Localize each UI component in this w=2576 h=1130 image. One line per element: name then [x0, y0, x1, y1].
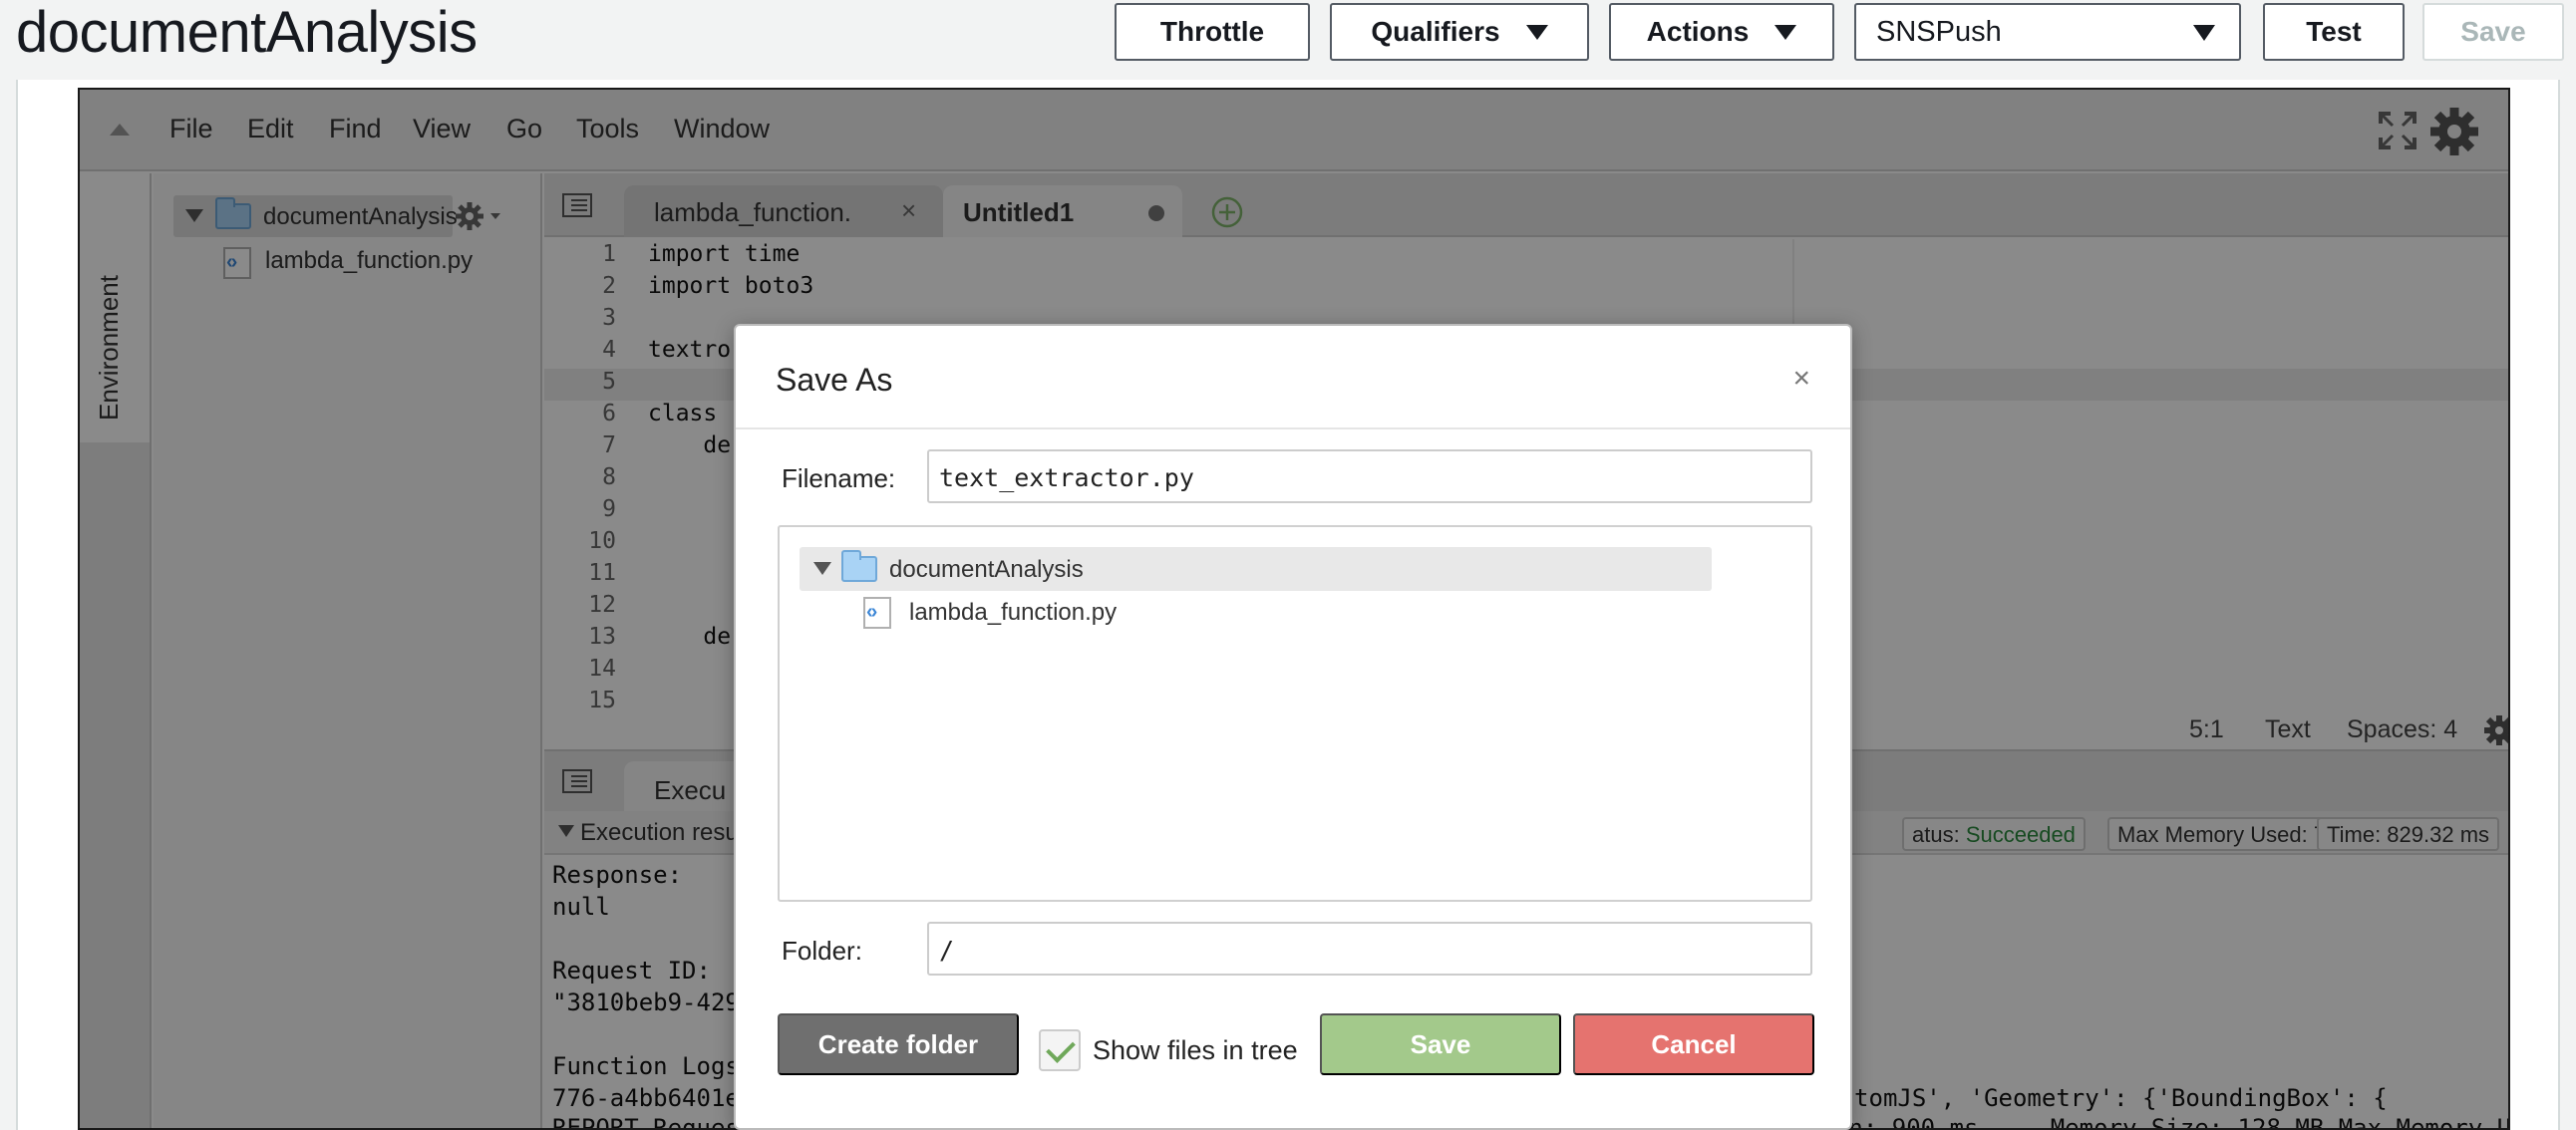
dialog-tree-root-label: documentAnalysis	[889, 556, 1084, 583]
dialog-header: Save As ×	[736, 326, 1850, 429]
create-folder-label: Create folder	[817, 1028, 979, 1059]
folder-icon	[841, 550, 877, 582]
test-label: Test	[2306, 16, 2362, 47]
show-files-checkbox[interactable]	[1039, 1029, 1081, 1071]
expand-triangle-icon[interactable]	[813, 562, 831, 575]
dialog-tree-root[interactable]: documentAnalysis	[800, 547, 1712, 591]
caret-down-icon	[2193, 25, 2215, 41]
qualifiers-button[interactable]: Qualifiers	[1330, 3, 1589, 61]
caret-down-icon	[1525, 24, 1548, 40]
filename-input[interactable]: text_extractor.py	[927, 449, 1812, 503]
test-event-select[interactable]: SNSPush	[1854, 3, 2241, 61]
console-header: documentAnalysis Throttle Qualifiers Act…	[0, 0, 2576, 80]
dialog-tree-file[interactable]: lambda_function.py	[909, 599, 1117, 627]
close-icon[interactable]: ×	[1792, 362, 1810, 396]
dialog-cancel-button[interactable]: Cancel	[1573, 1013, 1814, 1075]
dialog-save-button[interactable]: Save	[1320, 1013, 1561, 1075]
caret-down-icon	[1774, 24, 1797, 40]
folder-tree[interactable]: documentAnalysis lambda_function.py	[778, 525, 1812, 902]
filename-label: Filename:	[782, 463, 896, 493]
throttle-button[interactable]: Throttle	[1115, 3, 1310, 61]
actions-label: Actions	[1646, 16, 1750, 47]
qualifiers-label: Qualifiers	[1371, 16, 1500, 47]
dialog-cancel-label: Cancel	[1651, 1028, 1737, 1059]
python-file-icon	[863, 597, 891, 629]
dialog-save-label: Save	[1410, 1028, 1471, 1059]
test-button[interactable]: Test	[2263, 3, 2405, 61]
save-label: Save	[2460, 16, 2526, 47]
function-name-title: documentAnalysis	[16, 0, 478, 65]
folder-label: Folder:	[782, 936, 862, 966]
actions-button[interactable]: Actions	[1609, 3, 1834, 61]
create-folder-button[interactable]: Create folder	[778, 1013, 1019, 1075]
save-as-dialog: Save As × Filename: text_extractor.py do…	[734, 324, 1852, 1130]
throttle-label: Throttle	[1159, 16, 1265, 47]
folder-input[interactable]: /	[927, 922, 1812, 976]
save-button[interactable]: Save	[2422, 3, 2564, 61]
dialog-title: Save As	[776, 362, 893, 398]
test-event-value: SNSPush	[1876, 15, 2002, 48]
show-files-label[interactable]: Show files in tree	[1093, 1035, 1298, 1066]
